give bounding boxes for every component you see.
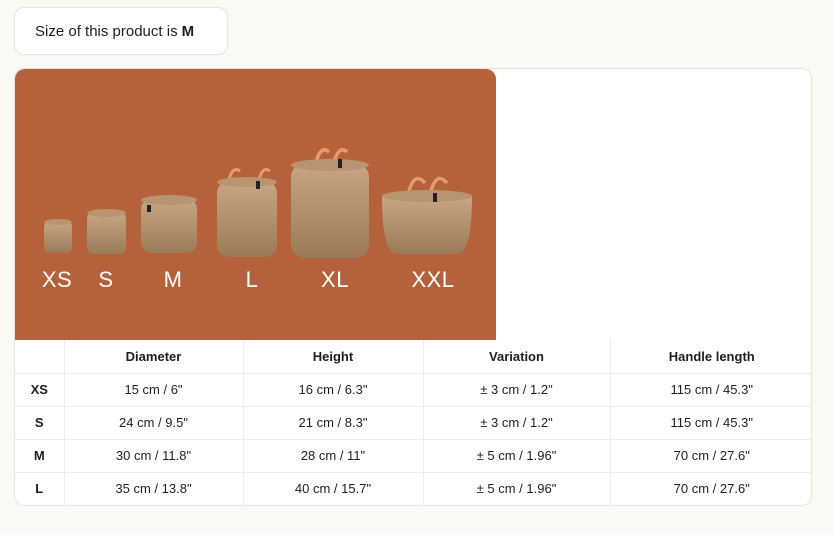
header-diameter: Diameter [63,340,244,374]
cell-diameter: 15 cm / 6" [63,372,244,407]
size-guide-table: Diameter Height Variation Handle length … [15,340,811,505]
table-row: M 30 cm / 11.8" 28 cm / 11" ± 5 cm / 1.9… [15,438,811,473]
cell-height: 21 cm / 8.3" [242,405,424,440]
cell-variation: ± 5 cm / 1.96" [422,471,611,505]
header-handle-length: Handle length [609,340,811,374]
cell-height: 40 cm / 15.7" [242,471,424,505]
size-label-xxl: XXL [411,267,455,292]
row-size: XS [15,372,65,407]
header-size [15,340,65,374]
cell-variation: ± 5 cm / 1.96" [422,438,611,473]
table-row: S 24 cm / 9.5" 21 cm / 8.3" ± 3 cm / 1.2… [15,405,811,440]
header-variation: Variation [422,340,611,374]
cell-height: 16 cm / 6.3" [242,372,424,407]
basket-xxl [382,176,472,254]
basket-l [217,168,277,257]
cell-handle-length: 70 cm / 27.6" [609,471,811,505]
cell-height: 28 cm / 11" [242,438,424,473]
basket-m [141,195,197,253]
size-label-l: L [245,267,259,292]
basket-sizes-image: XS S M L XL XXL [15,69,496,340]
baskets-illustration [44,148,472,258]
cell-handle-length: 115 cm / 45.3" [609,372,811,407]
cell-variation: ± 3 cm / 1.2" [422,405,611,440]
basket-xs [44,219,72,253]
product-size-indicator: Size of this product is M [14,7,228,55]
cell-handle-length: 70 cm / 27.6" [609,438,811,473]
size-label-m: M [163,267,183,292]
row-size: L [15,471,65,505]
size-guide-card: XS S M L XL XXL Diameter Height Variatio… [14,68,812,506]
table-row: XS 15 cm / 6" 16 cm / 6.3" ± 3 cm / 1.2"… [15,372,811,407]
table-row: L 35 cm / 13.8" 40 cm / 15.7" ± 5 cm / 1… [15,471,811,505]
cell-variation: ± 3 cm / 1.2" [422,372,611,407]
basket-s [87,209,126,254]
cell-diameter: 35 cm / 13.8" [63,471,244,505]
size-prefix-text: Size of this product is [35,22,178,40]
cell-diameter: 24 cm / 9.5" [63,405,244,440]
table-header-row: Diameter Height Variation Handle length [15,340,811,374]
size-label-s: S [98,267,114,292]
size-label-xs: XS [41,267,73,292]
cell-handle-length: 115 cm / 45.3" [609,405,811,440]
row-size: M [15,438,65,473]
cell-diameter: 30 cm / 11.8" [63,438,244,473]
size-value: M [181,22,195,40]
row-size: S [15,405,65,440]
size-label-xl: XL [321,267,349,292]
header-height: Height [242,340,424,374]
basket-xl [291,148,369,258]
